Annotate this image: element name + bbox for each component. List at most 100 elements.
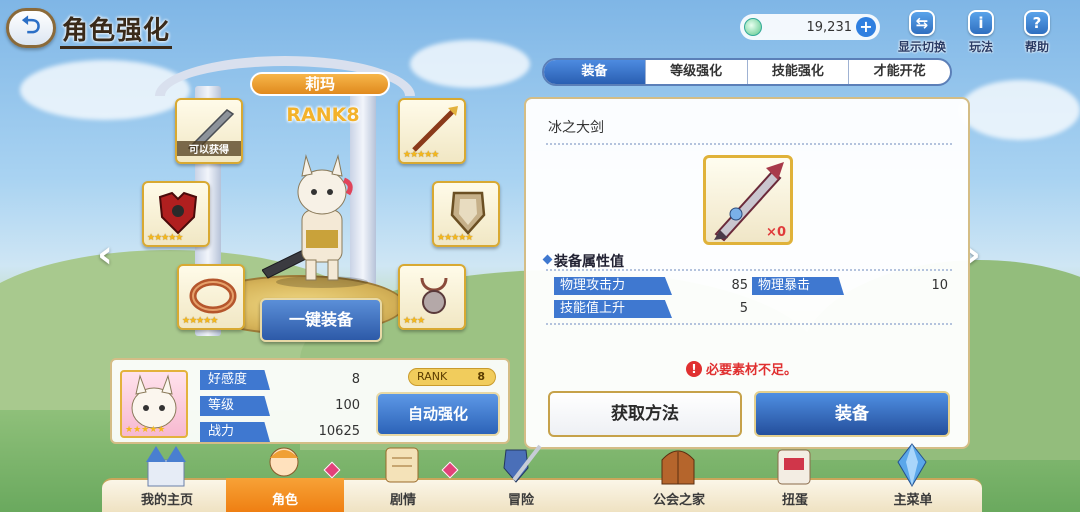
page-title: 角色强化 xyxy=(62,16,171,46)
character-name: 莉玛 xyxy=(250,72,390,96)
item-preview[interactable]: ×0 xyxy=(703,155,793,245)
crystal-icon xyxy=(897,443,927,487)
gameplay-label: 玩法 xyxy=(968,40,993,54)
amulet-icon xyxy=(420,277,448,314)
currency-display: 19,231 + xyxy=(740,14,880,40)
nav-my-home[interactable]: 我的主页 xyxy=(108,440,226,512)
game-screen: ⮌ 角色强化 19,231 + ⇆ 显示切换 i 玩法 ? 帮助 莉玛 RANK… xyxy=(0,0,1080,512)
gem-icon xyxy=(744,18,762,36)
stat-value-phys-crit: 10 xyxy=(931,278,948,293)
nav-gacha[interactable]: 扭蛋 xyxy=(736,440,854,512)
currency-value: 19,231 xyxy=(806,19,853,35)
nav-adventure[interactable]: 冒险 xyxy=(462,440,580,512)
rank-pill-label: RANK xyxy=(417,370,448,383)
obtainable-label: 可以获得 xyxy=(177,141,241,156)
slot-stars: ★★★★★ xyxy=(147,233,183,243)
nav-guild-house[interactable]: 公会之家 xyxy=(620,440,738,512)
level-row: 等级 100 xyxy=(200,396,360,416)
display-switch-label: 显示切换 xyxy=(898,40,947,54)
item-detail-panel: 冰之大剑 ×0 装备属性值 物理攻击力 85 物理暴击 10 技能值上升 5 !… xyxy=(524,97,970,449)
one-key-equip-button[interactable]: 一键装备 xyxy=(260,298,382,342)
equip-slot-bottom-left[interactable]: ★★★★★ xyxy=(177,264,245,330)
scroll-icon xyxy=(385,447,419,483)
nav-label: 冒险 xyxy=(507,493,534,508)
portrait-stars: ★★★★★ xyxy=(125,425,166,435)
item-count: ×0 xyxy=(766,225,786,240)
equip-button[interactable]: 装备 xyxy=(754,391,950,437)
level-value: 100 xyxy=(335,398,360,413)
help-label: 帮助 xyxy=(1024,40,1049,54)
power-label: 战力 xyxy=(200,422,270,442)
tab-talent-bloom[interactable]: 才能开花 xyxy=(849,60,950,84)
character-portrait[interactable]: ★★★★★ xyxy=(120,370,188,438)
add-currency-button[interactable]: + xyxy=(856,17,876,37)
nav-label: 公会之家 xyxy=(652,493,705,508)
stat-value-phys-atk: 85 xyxy=(731,278,748,293)
display-switch-button[interactable]: ⇆ 显示切换 xyxy=(898,10,946,55)
affection-label: 好感度 xyxy=(200,370,270,390)
bracelet-icon xyxy=(189,278,237,314)
cloud xyxy=(960,80,1080,140)
warning-icon: ! xyxy=(686,360,702,377)
display-switch-icon: ⇆ xyxy=(909,10,935,36)
prev-character-arrow[interactable]: ‹ xyxy=(90,234,120,274)
rank-pill-value: 8 xyxy=(477,370,485,383)
nav-label: 剧情 xyxy=(389,493,416,508)
help-icon: ? xyxy=(1024,10,1050,36)
warning-text: 必要素材不足。 xyxy=(706,363,798,378)
stat-label-phys-crit: 物理暴击 xyxy=(752,277,844,295)
section-title: 装备属性值 xyxy=(554,254,624,270)
castle-icon xyxy=(146,446,186,487)
divider xyxy=(546,143,952,145)
affection-row: 好感度 8 xyxy=(200,370,360,390)
equip-slot-mid-right[interactable]: ★★★★★ xyxy=(432,181,500,247)
character-icon xyxy=(269,447,299,477)
equip-slot-mid-left[interactable]: ★★★★★ xyxy=(142,181,210,247)
how-to-obtain-button[interactable]: 获取方法 xyxy=(548,391,742,437)
tab-skill-enhance[interactable]: 技能强化 xyxy=(748,60,850,84)
enhance-tabs: 装备 等级强化 技能强化 才能开花 xyxy=(542,58,952,86)
title-underline xyxy=(60,46,172,49)
equip-slot-top-right[interactable]: ★★★★★ xyxy=(398,98,466,164)
equip-slot-bottom-right[interactable]: ★★★ xyxy=(398,264,466,330)
character-rank: RANK8 xyxy=(286,104,360,126)
section-bullet-icon xyxy=(542,254,553,265)
item-name: 冰之大剑 xyxy=(548,120,604,136)
stat-label-skill-up: 技能值上升 xyxy=(554,300,672,318)
stat-value-skill-up: 5 xyxy=(739,301,748,316)
divider xyxy=(546,269,952,271)
slot-stars: ★★★★★ xyxy=(437,233,473,243)
warning-message: ! 必要素材不足。 xyxy=(686,359,797,378)
help-button[interactable]: ? 帮助 xyxy=(1024,10,1050,55)
tab-equipment[interactable]: 装备 xyxy=(544,60,646,84)
armor-icon xyxy=(158,191,198,235)
info-icon: i xyxy=(968,10,994,36)
nav-character[interactable]: 角色 xyxy=(226,440,344,512)
back-arrow-icon: ⮌ xyxy=(21,10,41,39)
power-row: 战力 10625 xyxy=(200,422,360,442)
spear-icon xyxy=(412,106,458,152)
nav-main-menu[interactable]: 主菜单 xyxy=(854,440,972,512)
gameplay-button[interactable]: i 玩法 xyxy=(968,10,994,55)
stat-label-phys-atk: 物理攻击力 xyxy=(554,277,672,295)
chevron-left-icon: ‹ xyxy=(97,232,113,276)
shield-icon xyxy=(450,191,486,235)
back-button[interactable]: ⮌ xyxy=(6,8,56,48)
nav-label: 主菜单 xyxy=(893,493,933,508)
slot-stars: ★★★ xyxy=(403,316,425,326)
nav-story[interactable]: 剧情 xyxy=(344,440,462,512)
character-sprite xyxy=(262,154,368,288)
nav-label: 扭蛋 xyxy=(781,493,808,508)
tab-level-enhance[interactable]: 等级强化 xyxy=(646,60,748,84)
equip-slot-top-left[interactable]: 可以获得 xyxy=(175,98,243,164)
rank-pill: RANK 8 xyxy=(408,368,496,386)
nav-label: 我的主页 xyxy=(140,493,193,508)
slot-stars: ★★★★★ xyxy=(403,150,439,160)
cloud xyxy=(410,40,530,88)
character-info-panel: ★★★★★ 好感度 8 等级 100 战力 10625 RANK 8 自动强化 xyxy=(110,358,510,444)
guild-door-icon xyxy=(661,450,695,485)
sword-shield-icon xyxy=(503,444,542,483)
auto-enhance-button[interactable]: 自动强化 xyxy=(376,392,500,436)
power-value: 10625 xyxy=(318,424,360,439)
nav-label: 角色 xyxy=(271,493,298,508)
